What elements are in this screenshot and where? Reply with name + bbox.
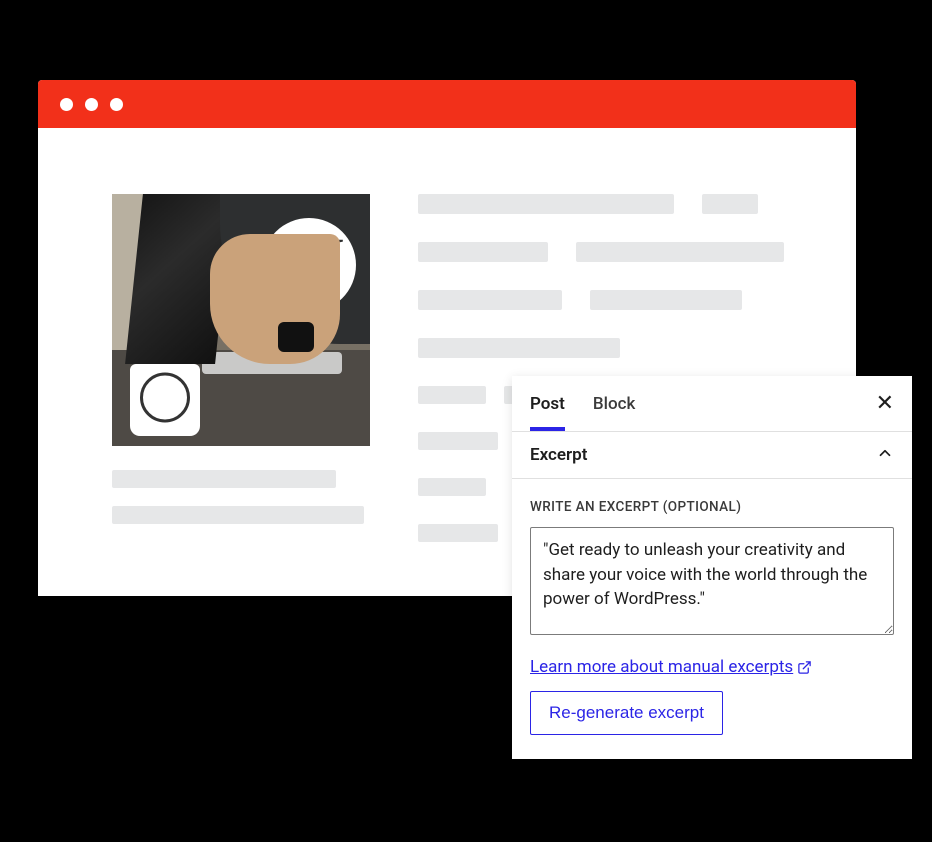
chevron-up-icon	[876, 444, 894, 466]
text-placeholder	[112, 506, 364, 524]
text-placeholder	[576, 242, 784, 262]
text-placeholder	[418, 432, 498, 450]
text-placeholder	[702, 194, 758, 214]
window-control-minimize[interactable]	[85, 98, 98, 111]
excerpt-textarea[interactable]	[530, 527, 894, 635]
learn-more-link[interactable]: Learn more about manual excerpts	[530, 657, 812, 677]
excerpt-section-body: Write an excerpt (optional) Learn more a…	[512, 479, 912, 759]
text-placeholder	[418, 386, 486, 404]
text-placeholder	[418, 524, 498, 542]
window-control-maximize[interactable]	[110, 98, 123, 111]
excerpt-section-title: Excerpt	[530, 445, 587, 465]
panel-tabs: Post Block ✕	[512, 376, 912, 432]
window-titlebar	[38, 80, 856, 128]
settings-panel: Post Block ✕ Excerpt Write an excerpt (o…	[512, 376, 912, 759]
left-column: W	[112, 194, 370, 542]
tab-block[interactable]: Block	[593, 376, 635, 431]
text-placeholder	[418, 478, 486, 496]
tab-post[interactable]: Post	[530, 376, 565, 431]
text-placeholder	[418, 194, 674, 214]
text-placeholder	[418, 338, 620, 358]
excerpt-field-label: Write an excerpt (optional)	[530, 499, 894, 515]
window-control-close[interactable]	[60, 98, 73, 111]
close-icon[interactable]: ✕	[876, 391, 894, 416]
featured-image: W	[112, 194, 370, 446]
excerpt-section-header[interactable]: Excerpt	[512, 432, 912, 479]
text-placeholder	[418, 290, 562, 310]
text-placeholder	[418, 242, 548, 262]
external-link-icon	[797, 660, 812, 675]
text-placeholder	[590, 290, 742, 310]
text-placeholder	[112, 470, 336, 488]
regenerate-excerpt-button[interactable]: Re-generate excerpt	[530, 691, 723, 735]
